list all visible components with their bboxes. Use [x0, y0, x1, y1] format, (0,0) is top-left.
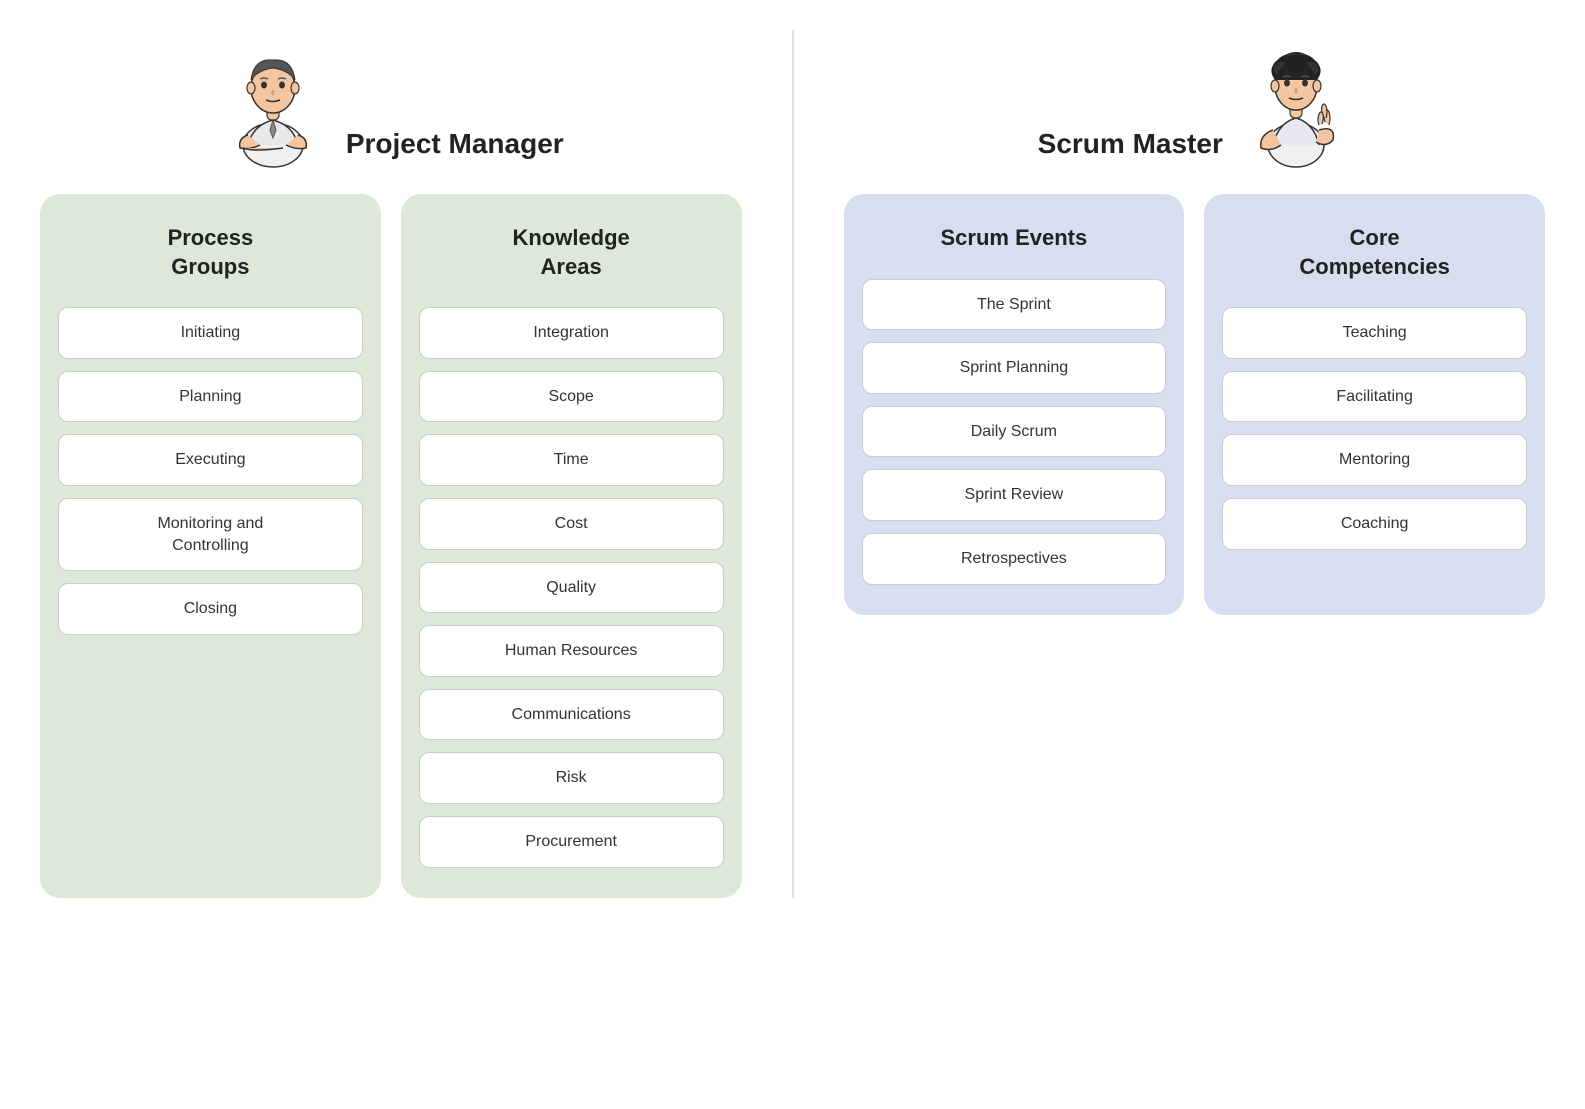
sm-columns: Scrum Events The Sprint Sprint Planning …: [844, 194, 1546, 615]
list-item: Daily Scrum: [862, 406, 1167, 458]
knowledge-areas-panel: KnowledgeAreas Integration Scope Time Co…: [401, 194, 742, 898]
pm-header: Project Manager: [40, 30, 742, 170]
list-item: Risk: [419, 752, 724, 804]
process-groups-panel: ProcessGroups Initiating Planning Execut…: [40, 194, 381, 898]
pm-columns: ProcessGroups Initiating Planning Execut…: [40, 194, 742, 898]
list-item: Closing: [58, 583, 363, 635]
list-item: Procurement: [419, 816, 724, 868]
scrum-events-panel: Scrum Events The Sprint Sprint Planning …: [844, 194, 1185, 615]
sm-title: Scrum Master: [1038, 128, 1223, 170]
sm-character: [1241, 30, 1351, 170]
list-item: Cost: [419, 498, 724, 550]
sm-section: Scrum Master: [844, 30, 1546, 615]
page-wrapper: Project Manager ProcessGroups Initiating…: [40, 30, 1545, 898]
core-competencies-title: CoreCompetencies: [1299, 224, 1449, 281]
list-item: Teaching: [1222, 307, 1527, 359]
pm-title: Project Manager: [346, 128, 564, 170]
list-item: Coaching: [1222, 498, 1527, 550]
list-item: Mentoring: [1222, 434, 1527, 486]
core-competencies-panel: CoreCompetencies Teaching Facilitating M…: [1204, 194, 1545, 615]
list-item: Sprint Planning: [862, 342, 1167, 394]
list-item: Human Resources: [419, 625, 724, 677]
list-item: Communications: [419, 689, 724, 741]
process-groups-title: ProcessGroups: [168, 224, 254, 281]
list-item: Quality: [419, 562, 724, 614]
knowledge-areas-title: KnowledgeAreas: [512, 224, 629, 281]
list-item: Planning: [58, 371, 363, 423]
list-item: Sprint Review: [862, 469, 1167, 521]
list-item: Integration: [419, 307, 724, 359]
list-item: Facilitating: [1222, 371, 1527, 423]
list-item: Scope: [419, 371, 724, 423]
list-item: Initiating: [58, 307, 363, 359]
section-divider: [792, 30, 794, 898]
pm-section: Project Manager ProcessGroups Initiating…: [40, 30, 742, 898]
sm-header: Scrum Master: [844, 30, 1546, 170]
list-item: Monitoring andControlling: [58, 498, 363, 571]
list-item: Executing: [58, 434, 363, 486]
scrum-events-title: Scrum Events: [941, 224, 1088, 253]
list-item: Time: [419, 434, 724, 486]
list-item: Retrospectives: [862, 533, 1167, 585]
list-item: The Sprint: [862, 279, 1167, 331]
pm-character: [218, 30, 328, 170]
